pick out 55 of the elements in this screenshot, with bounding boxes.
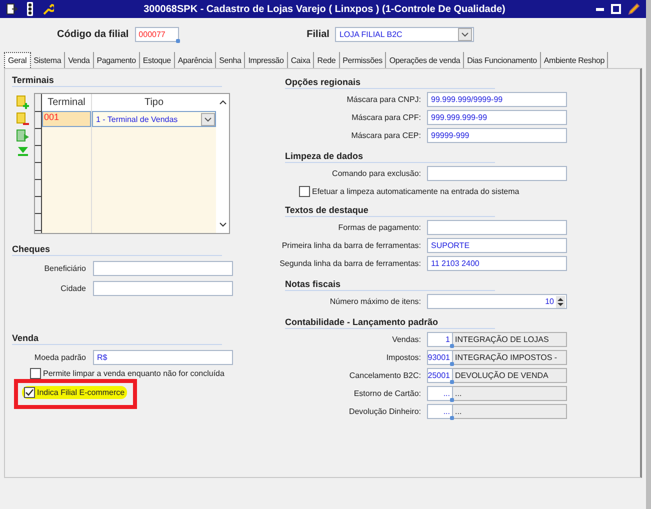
field-label: Formas de pagamento: bbox=[337, 223, 422, 232]
branch-code-field[interactable]: 000077 bbox=[134, 26, 179, 42]
field-label: Máscara para CPF: bbox=[350, 113, 422, 122]
field-label: Segunda linha da barra de ferramentas: bbox=[278, 259, 422, 268]
section-heading: Cheques bbox=[12, 244, 222, 256]
code-field[interactable]: ... bbox=[427, 386, 453, 401]
section-heading: Notas fiscais bbox=[285, 279, 495, 291]
tab[interactable]: Aparência bbox=[174, 52, 216, 68]
field-label: Cancelamento B2C: bbox=[348, 371, 422, 380]
field-label: Máscara para CEP: bbox=[350, 131, 422, 140]
section-heading: Limpeza de dados bbox=[285, 151, 495, 163]
type-dropdown[interactable]: 1 - Terminal de Vendas bbox=[92, 111, 216, 127]
field-label: Devolução Dinheiro: bbox=[348, 407, 422, 416]
section-heading: Opções regionais bbox=[285, 77, 495, 89]
input-field[interactable]: R$ bbox=[93, 350, 233, 365]
code-field[interactable]: ... bbox=[427, 404, 453, 419]
description-field: INTEGRAÇÃO IMPOSTOS - bbox=[453, 350, 567, 365]
section-heading: Terminais bbox=[12, 75, 222, 87]
description-field: ... bbox=[453, 386, 567, 401]
input-field[interactable]: SUPORTE bbox=[427, 238, 567, 253]
tab[interactable]: Venda bbox=[65, 52, 94, 68]
description-field: ... bbox=[453, 404, 567, 419]
field-label: Comando para exclusão: bbox=[331, 169, 422, 178]
branch-label: Filial bbox=[306, 28, 330, 40]
field-label: Cidade bbox=[60, 284, 87, 293]
section-heading: Textos de destaque bbox=[285, 205, 495, 217]
input-field[interactable]: 11 2103 2400 bbox=[427, 256, 567, 271]
description-field: INTEGRAÇÃO DE LOJAS bbox=[453, 332, 567, 347]
branch-dropdown[interactable]: LOJA FILIAL B2C bbox=[335, 26, 474, 42]
field-label: Impostos: bbox=[385, 353, 422, 362]
code-field[interactable]: 1 bbox=[427, 332, 453, 347]
code-field[interactable]: 93001 bbox=[427, 350, 453, 365]
checkbox-label[interactable]: Permite limpar a venda enquanto não for concluída bbox=[43, 369, 224, 378]
field-label: Máscara para CNPJ: bbox=[346, 95, 422, 104]
tab[interactable]: Geral bbox=[4, 52, 31, 68]
column-header[interactable]: Terminal bbox=[42, 94, 91, 111]
field-label: Moeda padrão bbox=[33, 353, 87, 362]
input-field[interactable]: 99999-999 bbox=[427, 128, 567, 143]
checkbox-label[interactable]: Efetuar a limpeza automaticamente na entrada do sistema bbox=[312, 187, 520, 196]
window-title: 300068SPK - Cadastro de Lojas Varejo ( Linxpos ) (1-Controle De Qualidade) bbox=[142, 4, 506, 14]
field-label: Beneficiário bbox=[43, 264, 87, 273]
branch-code-label: Código da filial bbox=[57, 28, 129, 40]
column-header[interactable]: Tipo bbox=[92, 94, 216, 111]
field-label: Número máximo de itens: bbox=[328, 297, 422, 306]
section-heading: Venda bbox=[12, 333, 222, 345]
section-heading: Contabilidade - Lançamento padrão bbox=[285, 317, 495, 329]
number-field[interactable]: 10 bbox=[427, 294, 567, 309]
input-field[interactable]: 999.999.999-99 bbox=[427, 110, 567, 125]
description-field: DEVOLUÇÃO DE VENDA bbox=[453, 368, 567, 383]
field-label: Vendas: bbox=[391, 335, 422, 344]
code-field[interactable]: 25001 bbox=[427, 368, 453, 383]
input-field[interactable]: 99.999.999/9999-99 bbox=[427, 92, 567, 107]
field-label: Primeira linha da barra de ferramentas: bbox=[280, 241, 422, 250]
tab[interactable]: Ambiente Reshop bbox=[540, 52, 608, 68]
field-label: Estorno de Cartão: bbox=[352, 389, 422, 398]
